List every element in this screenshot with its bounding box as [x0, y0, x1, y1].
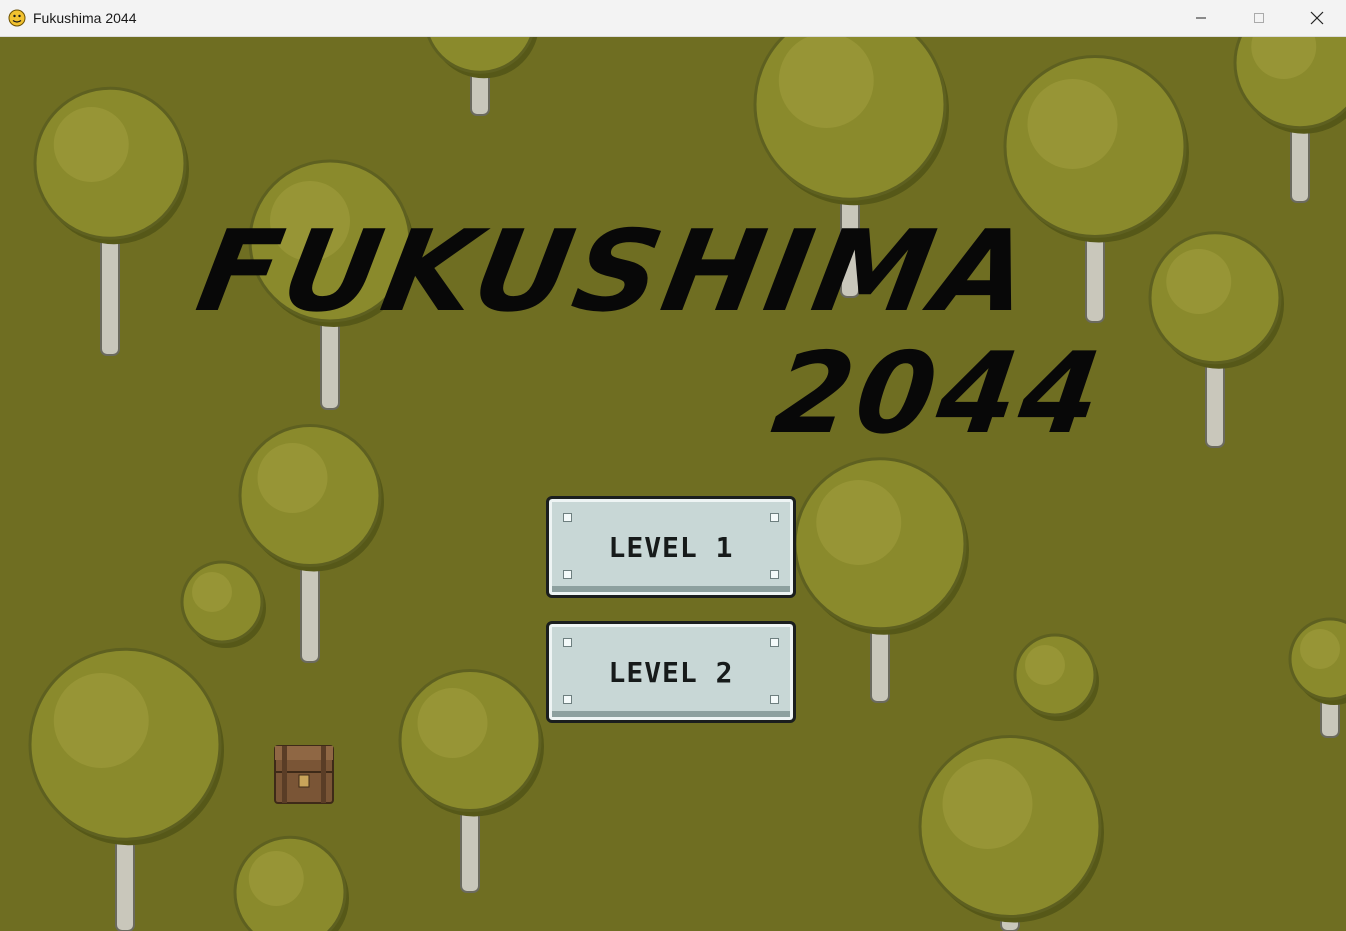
title-bar: Fukushima 2044 [0, 0, 1346, 37]
forest-background [0, 37, 1346, 931]
level-2-label: LEVEL 2 [608, 655, 734, 689]
level-1-button[interactable]: LEVEL 1 [546, 496, 796, 598]
rivet [770, 695, 779, 704]
game-canvas[interactable]: FUKUSHIMA 2044 LEVEL 1 LEVEL 2 [0, 37, 1346, 931]
close-button[interactable] [1288, 0, 1346, 36]
rivet [563, 638, 572, 647]
window-controls [1172, 0, 1346, 36]
level-2-button[interactable]: LEVEL 2 [546, 621, 796, 723]
rivet [563, 695, 572, 704]
python-snake-app-icon [8, 9, 26, 27]
rivet [770, 570, 779, 579]
minimize-button[interactable] [1172, 0, 1230, 36]
level-1-label: LEVEL 1 [608, 530, 734, 564]
maximize-button[interactable] [1230, 0, 1288, 36]
window-title: Fukushima 2044 [33, 10, 137, 26]
rivet [770, 513, 779, 522]
rivet [770, 638, 779, 647]
treasure-chest [274, 745, 334, 804]
maximize-icon [1254, 13, 1264, 23]
minimize-icon [1196, 17, 1206, 19]
game-window: Fukushima 2044 FUKUSHIMA 2044 LEVEL 1 LE… [0, 0, 1346, 931]
rivet [563, 513, 572, 522]
close-icon [1310, 11, 1324, 25]
rivet [563, 570, 572, 579]
